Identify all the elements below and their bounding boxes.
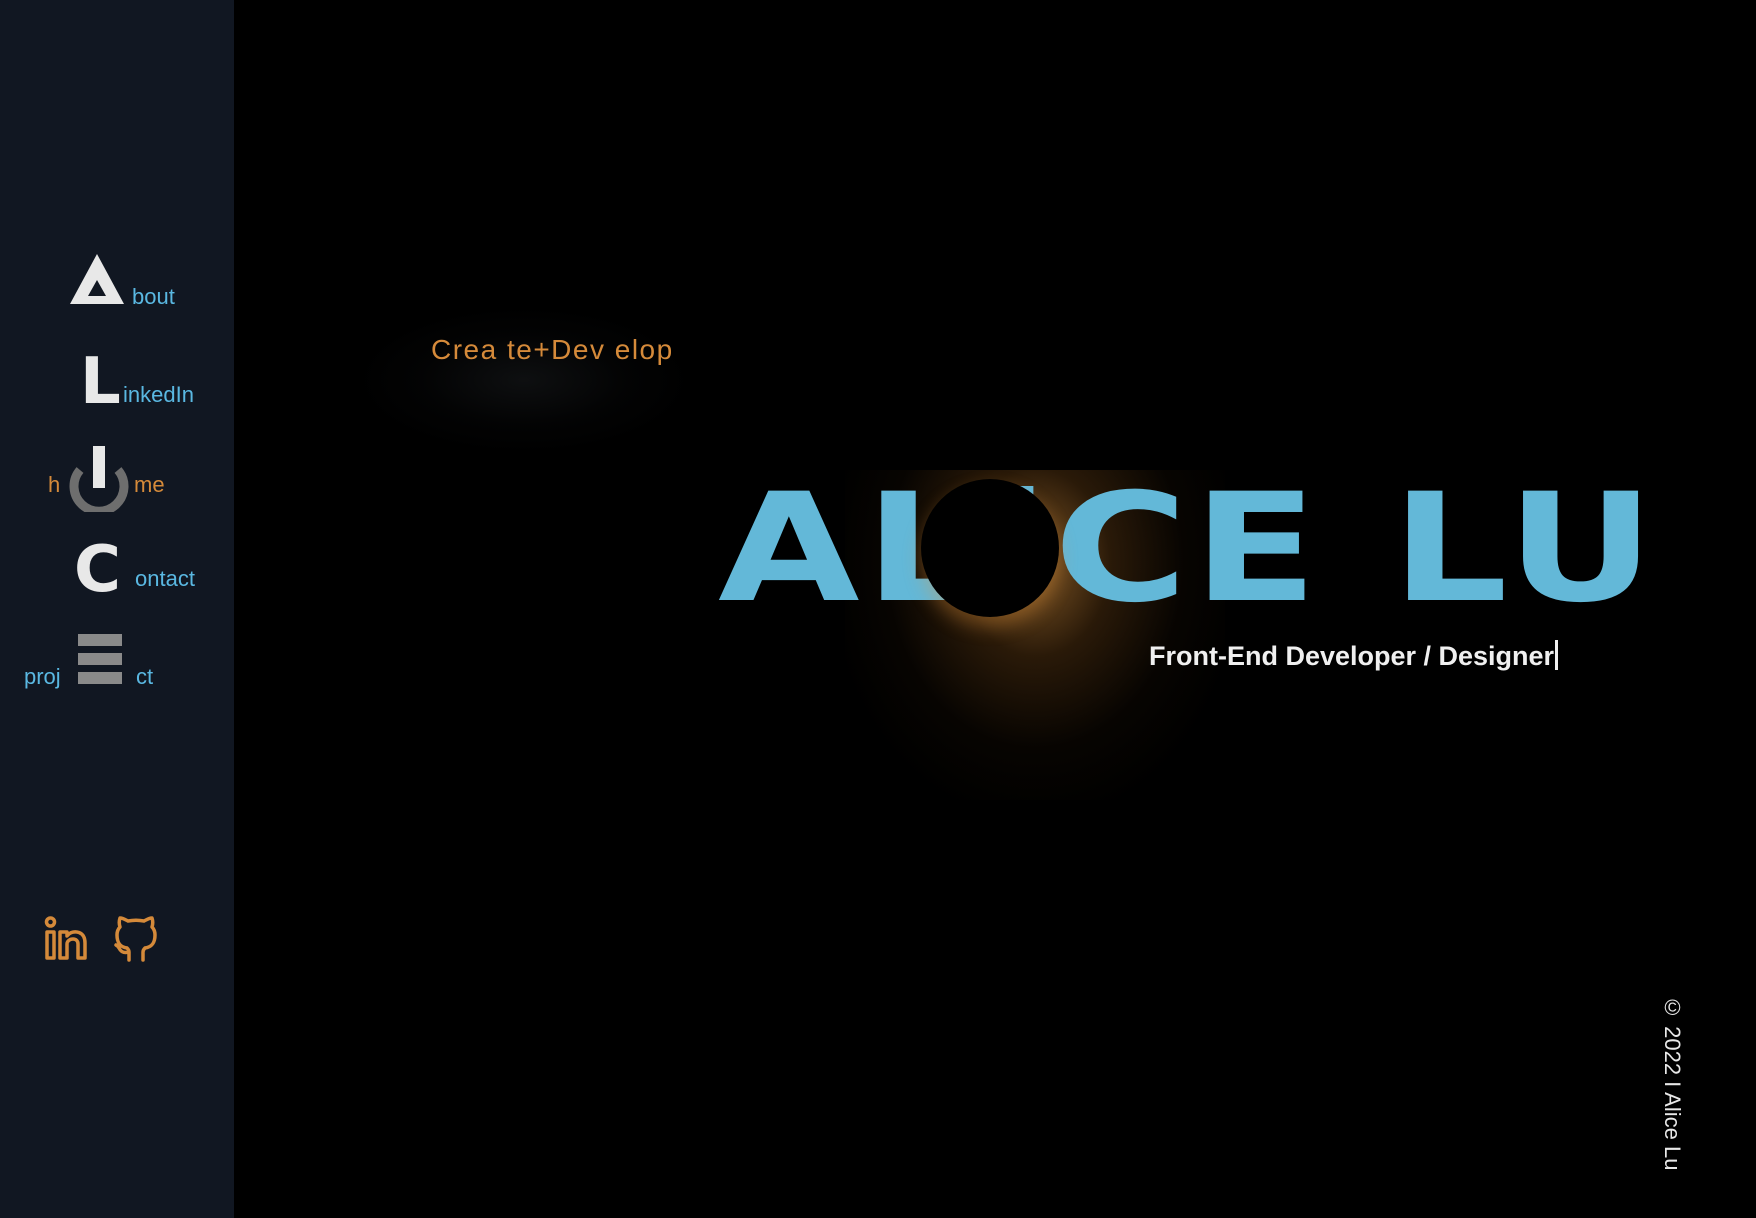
nav-home-label: me bbox=[134, 472, 165, 497]
github-icon bbox=[114, 916, 158, 966]
linkedin-icon bbox=[44, 916, 90, 966]
nav-contact[interactable]: C ontact bbox=[74, 538, 204, 602]
nav-contact-glyph: C bbox=[74, 533, 121, 607]
hamburger-icon bbox=[78, 634, 122, 695]
hero-subtitle: Front-End Developer / Designer bbox=[1149, 640, 1559, 672]
power-icon bbox=[68, 446, 130, 517]
tagline-glow bbox=[364, 310, 684, 450]
linkedin-social-link[interactable] bbox=[44, 916, 90, 967]
nav-linkedin-glyph: L bbox=[80, 345, 121, 419]
main-hero: Crea te+Dev elop ALiCE LU Front-End Deve… bbox=[234, 0, 1756, 1218]
nav-projects-prefix: proj bbox=[24, 664, 61, 689]
hero-subtitle-text: Front-End Developer / Designer bbox=[1149, 641, 1555, 671]
nav-home-prefix: h bbox=[48, 472, 61, 497]
nav-linkedin-label: inkedIn bbox=[123, 382, 194, 407]
nav-projects-label: ct bbox=[136, 664, 154, 689]
github-social-link[interactable] bbox=[114, 914, 158, 967]
hero-name: ALiCE LU bbox=[718, 462, 1660, 636]
triangle-a-icon bbox=[70, 254, 124, 309]
copyright: © 2022 I Alice Lu bbox=[1660, 995, 1685, 1171]
nav-about-label: bout bbox=[132, 284, 175, 309]
typing-cursor bbox=[1555, 640, 1559, 670]
nav-linkedin[interactable]: L inkedIn bbox=[80, 350, 210, 414]
nav-about[interactable]: bout bbox=[68, 250, 188, 310]
nav-contact-label: ontact bbox=[135, 566, 195, 591]
nav-projects[interactable]: proj ct bbox=[24, 632, 174, 696]
nav-home[interactable]: h me bbox=[46, 446, 186, 516]
sidebar: bout L inkedIn h me C ontact proj ct bbox=[0, 0, 234, 1218]
tagline: Crea te+Dev elop bbox=[431, 334, 674, 365]
